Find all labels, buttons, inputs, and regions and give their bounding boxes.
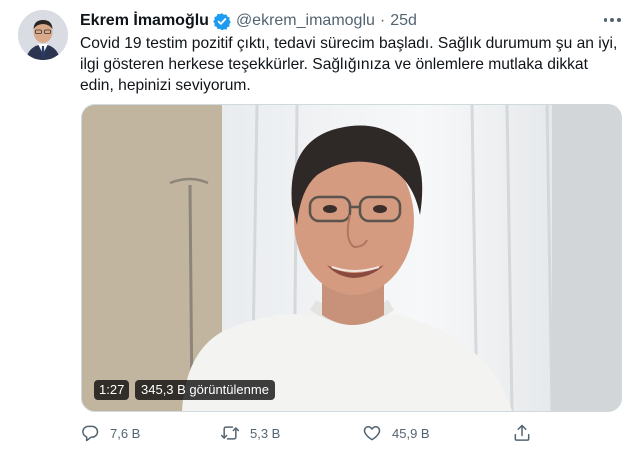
like-count: 45,9 B [392,425,430,441]
author-handle[interactable]: @ekrem_imamoglu [236,12,375,30]
share-button[interactable] [512,421,532,445]
verified-badge-icon [213,12,231,31]
video-player[interactable]: 1:27 345,3 B görüntülenme [81,104,622,412]
video-duration: 1:27 [94,380,130,400]
retweet-count: 5,3 B [250,425,281,441]
tweet-timestamp[interactable]: 25d [390,12,417,30]
retweet-button[interactable]: 5,3 B [220,421,280,445]
reply-button[interactable]: 7,6 B [80,421,140,445]
video-view-count: 345,3 B görüntülenme [135,380,275,400]
reply-icon [82,425,99,442]
tweet[interactable]: Ekrem İmamoğlu @ekrem_imamoglu · 25d Cov… [0,0,640,457]
tweet-text: Covid 19 testim pozitif çıktı, tedavi sü… [80,35,618,94]
author-name[interactable]: Ekrem İmamoğlu [80,12,209,30]
like-icon [363,426,381,441]
like-button[interactable]: 45,9 B [362,421,430,445]
avatar[interactable] [18,10,68,60]
tweet-header: Ekrem İmamoğlu @ekrem_imamoglu · 25d [80,10,417,32]
share-icon [514,424,530,441]
reply-count: 7,6 B [110,425,141,441]
video-thumbnail [82,105,621,411]
tweet-actions: 7,6 B 5,3 B 45,9 B [80,421,540,445]
more-options-icon[interactable] [602,12,622,28]
separator-dot: · [379,12,386,29]
retweet-icon [220,426,240,440]
